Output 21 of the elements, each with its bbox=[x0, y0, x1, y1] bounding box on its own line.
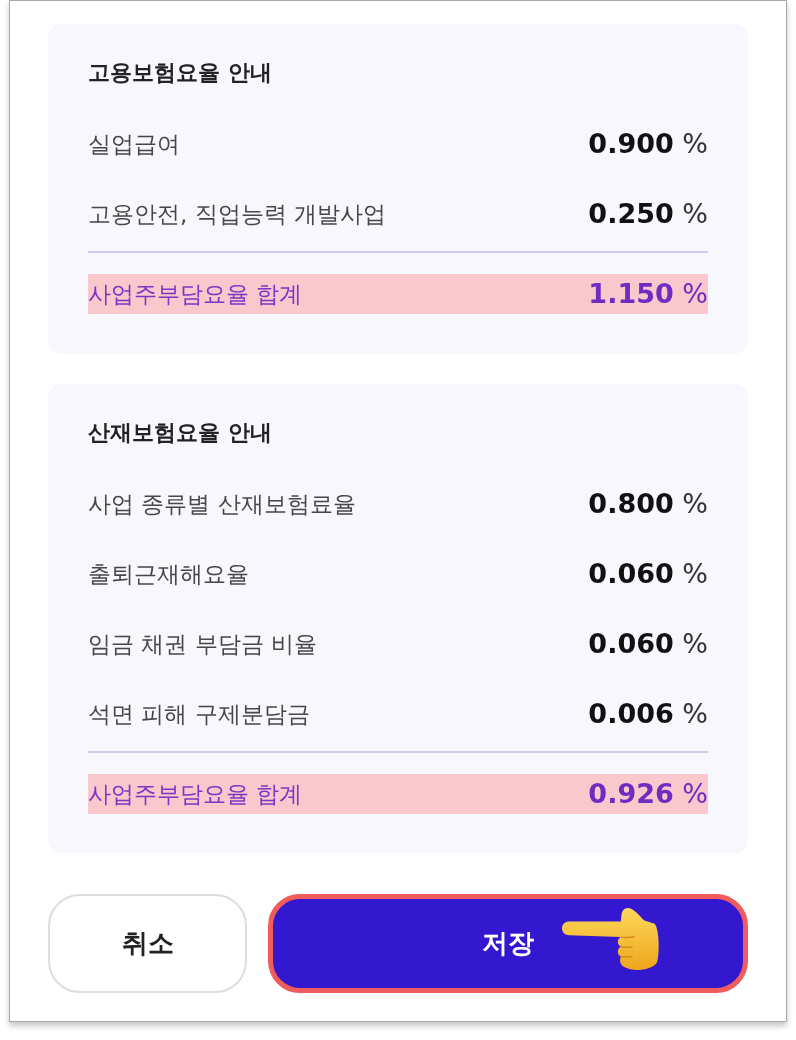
pointing-hand-icon bbox=[562, 908, 660, 972]
rate-value: 0.006 % bbox=[588, 697, 708, 731]
rate-value: 0.250 % bbox=[588, 197, 708, 231]
total-value: 0.926 % bbox=[588, 777, 708, 811]
rate-label: 사업 종류별 산재보험료율 bbox=[88, 490, 356, 519]
rate-value: 0.060 % bbox=[588, 557, 708, 591]
save-button[interactable]: 저장 bbox=[268, 894, 748, 993]
rate-value: 0.800 % bbox=[588, 487, 708, 521]
total-value: 1.150 % bbox=[588, 277, 708, 311]
rate-value: 0.060 % bbox=[588, 627, 708, 661]
rate-value: 0.900 % bbox=[588, 127, 708, 161]
card-title: 산재보험요율 안내 bbox=[88, 419, 272, 447]
card-title: 고용보험요율 안내 bbox=[88, 59, 272, 87]
rate-label: 임금 채권 부담금 비율 bbox=[88, 630, 317, 659]
rate-label: 출퇴근재해요율 bbox=[88, 560, 249, 589]
rate-label: 고용안전, 직업능력 개발사업 bbox=[88, 200, 386, 229]
total-label: 사업주부담요율 합계 bbox=[88, 780, 303, 809]
rate-label: 석면 피해 구제분담금 bbox=[88, 700, 310, 729]
rate-label: 실업급여 bbox=[88, 130, 180, 159]
total-label: 사업주부담요율 합계 bbox=[88, 280, 303, 309]
cancel-button[interactable]: 취소 bbox=[48, 894, 247, 993]
